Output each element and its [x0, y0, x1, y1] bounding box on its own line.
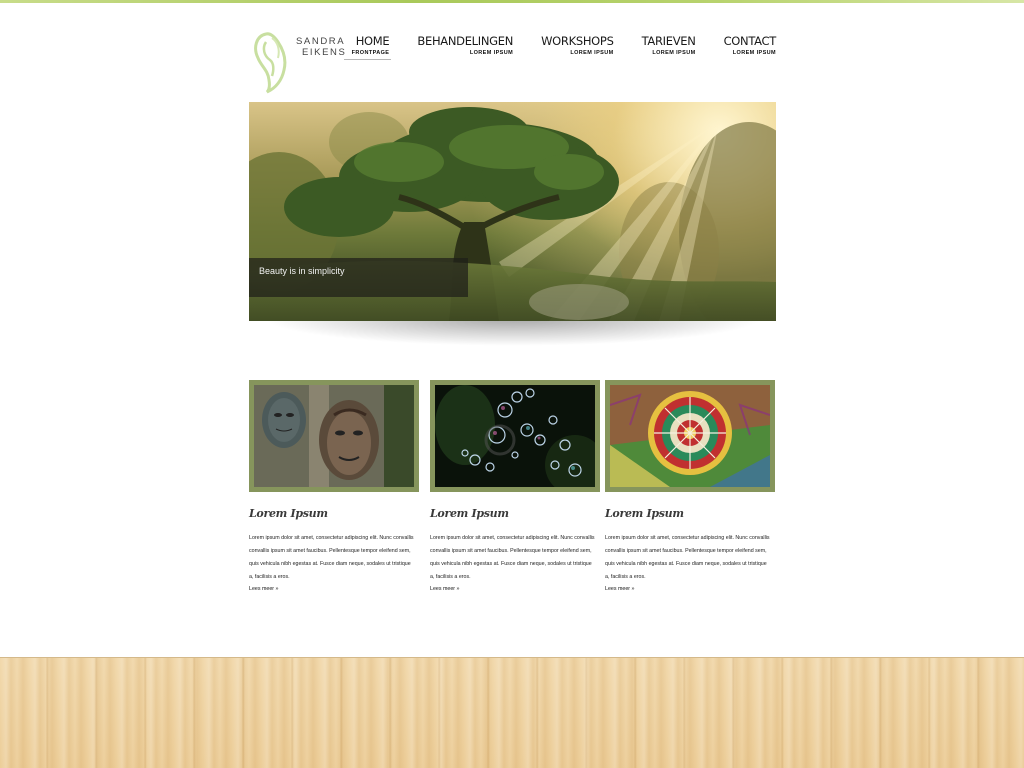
- hero-caption: Beauty is in simplicity: [249, 258, 468, 297]
- thumbnail-soap-bubbles[interactable]: [430, 380, 600, 492]
- nav-sublabel: LOREM IPSUM: [469, 50, 514, 56]
- column-text: Lorem ipsum dolor sit amet, consectetur …: [430, 535, 595, 580]
- column-title: Lorem Ipsum: [605, 507, 684, 520]
- thumbnail-carved-faces[interactable]: [249, 380, 419, 492]
- column-title: Lorem Ipsum: [430, 507, 509, 520]
- wood-floor-footer: [0, 657, 1024, 768]
- leaf-logo-icon: [254, 32, 287, 94]
- thumbnail-sand-mandala[interactable]: [605, 380, 775, 492]
- top-accent-line: [0, 0, 1024, 3]
- nav-sublabel: LOREM IPSUM: [570, 50, 614, 56]
- nav-sublabel: LOREM IPSUM: [732, 50, 776, 56]
- nav-label: HOME: [355, 34, 390, 48]
- nav-label: WORKSHOPS: [541, 34, 614, 48]
- hero-caption-text: Beauty is in simplicity: [259, 266, 345, 276]
- hero-image[interactable]: Beauty is in simplicity: [249, 102, 776, 321]
- column-title: Lorem Ipsum: [249, 507, 328, 520]
- read-more-link[interactable]: Lees meer »: [249, 584, 419, 595]
- feature-column-2: Lorem Ipsum Lorem ipsum dolor sit amet, …: [430, 380, 600, 595]
- nav-sublabel: FRONTPAGE: [351, 50, 390, 56]
- soap-bubbles-image: [435, 385, 595, 487]
- column-text: Lorem ipsum dolor sit amet, consectetur …: [605, 535, 770, 580]
- nav-label: CONTACT: [723, 34, 777, 48]
- main-nav: HOME FRONTPAGE BEHANDELINGEN LOREM IPSUM…: [324, 34, 776, 64]
- sand-mandala-image: [610, 385, 770, 487]
- feature-column-1: Lorem Ipsum Lorem ipsum dolor sit amet, …: [249, 380, 419, 595]
- column-text: Lorem ipsum dolor sit amet, consectetur …: [249, 535, 414, 580]
- read-more-link[interactable]: Lees meer »: [430, 584, 600, 595]
- nav-item-behandelingen[interactable]: BEHANDELINGEN LOREM IPSUM: [417, 34, 513, 64]
- nav-sublabel: LOREM IPSUM: [652, 50, 696, 56]
- nav-label: BEHANDELINGEN: [417, 34, 514, 48]
- nav-item-home[interactable]: HOME FRONTPAGE: [343, 34, 392, 64]
- feature-column-3: Lorem Ipsum Lorem ipsum dolor sit amet, …: [605, 380, 775, 595]
- carved-faces-image: [254, 385, 414, 487]
- nav-label: TARIEVEN: [641, 34, 696, 48]
- nav-item-workshops[interactable]: WORKSHOPS LOREM IPSUM: [541, 34, 614, 64]
- read-more-link[interactable]: Lees meer »: [605, 584, 775, 595]
- hero-shadow: [262, 318, 764, 346]
- nav-item-contact[interactable]: CONTACT LOREM IPSUM: [723, 34, 777, 64]
- nav-item-tarieven[interactable]: TARIEVEN LOREM IPSUM: [642, 34, 696, 64]
